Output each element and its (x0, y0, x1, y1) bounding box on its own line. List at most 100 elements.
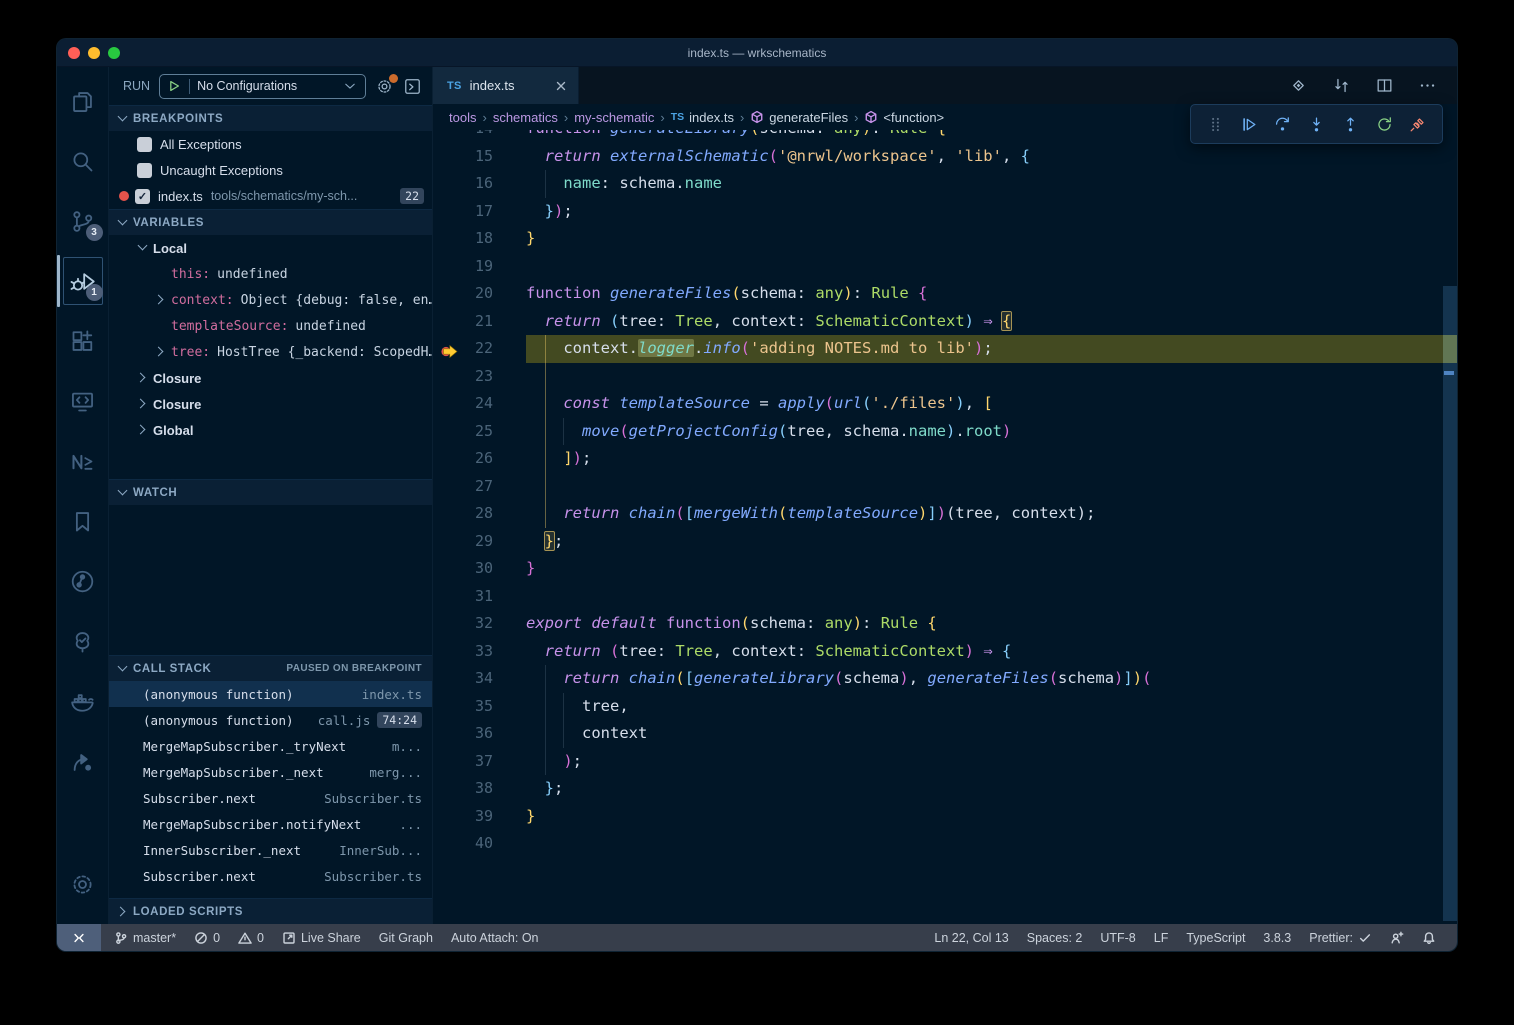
variable-row[interactable]: tree:HostTree {_backend: ScopedH… (109, 339, 432, 365)
breakpoint-checkbox[interactable]: ✓ (135, 189, 150, 204)
activity-live-share[interactable] (57, 731, 109, 791)
minimize-window-button[interactable] (88, 47, 100, 59)
code-line[interactable]: 26 ]); (433, 445, 1457, 473)
loaded-scripts-section-header[interactable]: LOADED SCRIPTS (109, 898, 432, 924)
code-line[interactable]: 29 }; (433, 528, 1457, 556)
watch-section-header[interactable]: WATCH (109, 479, 432, 505)
code-line[interactable]: 30} (433, 555, 1457, 583)
code-line[interactable]: 22 context.logger.info('adding NOTES.md … (433, 335, 1457, 363)
typescript-version[interactable]: 3.8.3 (1254, 924, 1300, 951)
feedback[interactable] (1381, 924, 1413, 951)
code-line[interactable]: 23 (433, 363, 1457, 391)
step-out-button[interactable] (1338, 112, 1362, 136)
code-line[interactable]: 33 return (tree: Tree, context: Schemati… (433, 638, 1457, 666)
start-debug-icon[interactable] (166, 78, 182, 94)
scope-row[interactable]: Global (109, 417, 432, 443)
code-line[interactable]: 16 name: schema.name (433, 170, 1457, 198)
auto-attach[interactable]: Auto Attach: On (442, 924, 548, 951)
breadcrumb-item[interactable]: <function> (864, 110, 944, 125)
remote-indicator[interactable] (57, 924, 101, 951)
code-line[interactable]: 32export default function(schema: any): … (433, 610, 1457, 638)
scope-row[interactable]: Closure (109, 391, 432, 417)
activity-settings[interactable] (57, 854, 109, 914)
scope-row[interactable]: Closure (109, 365, 432, 391)
call-stack-frame[interactable]: MergeMapSubscriber._tryNextm... (109, 733, 432, 759)
code-line[interactable]: 19 (433, 253, 1457, 281)
activity-run-debug[interactable]: 1 (57, 251, 109, 311)
open-changes-button[interactable] (1332, 76, 1351, 95)
activity-search[interactable] (57, 131, 109, 191)
call-stack-frame[interactable]: MergeMapSubscriber._nextmerg... (109, 759, 432, 785)
code-line[interactable]: 17 }); (433, 198, 1457, 226)
variable-row[interactable]: this:undefined (109, 261, 432, 287)
editor-scrollbar[interactable] (1443, 130, 1457, 924)
indentation[interactable]: Spaces: 2 (1018, 924, 1092, 951)
code-line[interactable]: 28 return chain([mergeWith(templateSourc… (433, 500, 1457, 528)
code-line[interactable]: 31 (433, 583, 1457, 611)
notifications[interactable] (1413, 924, 1445, 951)
disconnect-button[interactable] (1406, 112, 1430, 136)
continue-button[interactable] (1237, 112, 1261, 136)
code-line[interactable]: 37 ); (433, 748, 1457, 776)
variable-row[interactable]: templateSource:undefined (109, 313, 432, 339)
breakpoint-checkbox[interactable] (137, 137, 152, 152)
debug-config-dropdown[interactable]: No Configurations (159, 74, 366, 99)
activity-nx-console[interactable] (57, 431, 109, 491)
breadcrumb-item[interactable]: my-schematic (574, 110, 654, 125)
scope-row[interactable]: Local (109, 235, 432, 261)
code-line[interactable]: 25 move(getProjectConfig(tree, schema.na… (433, 418, 1457, 446)
configure-launch-button[interactable] (375, 77, 394, 96)
code-line[interactable]: 38 }; (433, 775, 1457, 803)
gitlens-blame-button[interactable] (1289, 76, 1308, 95)
eol[interactable]: LF (1145, 924, 1178, 951)
breakpoint-checkbox[interactable] (137, 163, 152, 178)
code-line[interactable]: 27 (433, 473, 1457, 501)
scrollbar-slider[interactable] (1443, 286, 1457, 921)
call-stack-frame[interactable]: InnerSubscriber._nextInnerSub... (109, 837, 432, 863)
cursor-position[interactable]: Ln 22, Col 13 (925, 924, 1017, 951)
live-share[interactable]: Live Share (273, 924, 370, 951)
language-mode[interactable]: TypeScript (1177, 924, 1254, 951)
code-line[interactable]: 20function generateFiles(schema: any): R… (433, 280, 1457, 308)
code-line[interactable]: 21 return (tree: Tree, context: Schemati… (433, 308, 1457, 336)
problems-warnings[interactable]: 0 (229, 924, 273, 951)
tab-index-ts[interactable]: TS index.ts (433, 67, 579, 104)
restart-button[interactable] (1372, 112, 1396, 136)
problems-errors[interactable]: 0 (185, 924, 229, 951)
step-into-button[interactable] (1304, 112, 1328, 136)
close-window-button[interactable] (68, 47, 80, 59)
debug-console-button[interactable] (403, 77, 422, 96)
git-branch[interactable]: master* (105, 924, 185, 951)
code-line[interactable]: 15 return externalSchematic('@nrwl/works… (433, 143, 1457, 171)
activity-source-control[interactable]: 3 (57, 191, 109, 251)
activity-bookmarks[interactable] (57, 491, 109, 551)
breakpoints-section-header[interactable]: BREAKPOINTS (109, 105, 432, 131)
activity-git-history[interactable] (57, 551, 109, 611)
activity-extensions[interactable] (57, 311, 109, 371)
step-over-button[interactable] (1271, 112, 1295, 136)
code-line[interactable]: 34 return chain([generateLibrary(schema)… (433, 665, 1457, 693)
activity-explorer[interactable] (57, 71, 109, 131)
call-stack-frame[interactable]: (anonymous function)index.ts (109, 681, 432, 707)
code-line[interactable]: 18} (433, 225, 1457, 253)
split-editor-button[interactable] (1375, 76, 1394, 95)
code-line[interactable]: 36 context (433, 720, 1457, 748)
call-stack-frame[interactable]: MergeMapSubscriber.notifyNext... (109, 811, 432, 837)
close-tab-button[interactable] (554, 79, 568, 93)
code-line[interactable]: 40 (433, 830, 1457, 858)
code-line[interactable]: 24 const templateSource = apply(url('./f… (433, 390, 1457, 418)
zoom-window-button[interactable] (108, 47, 120, 59)
activity-remote-explorer[interactable] (57, 371, 109, 431)
code-line[interactable]: 39} (433, 803, 1457, 831)
code-line[interactable]: 35 tree, (433, 693, 1457, 721)
encoding[interactable]: UTF-8 (1091, 924, 1144, 951)
call-stack-section-header[interactable]: CALL STACK PAUSED ON BREAKPOINT (109, 655, 432, 681)
call-stack-frame[interactable]: (anonymous function)call.js74:24 (109, 707, 432, 733)
breakpoint-item[interactable]: ✓index.tstools/schematics/my-sch...22 (109, 183, 432, 209)
activity-test-explorer[interactable] (57, 611, 109, 671)
call-stack-frame[interactable]: Subscriber.nextSubscriber.ts (109, 785, 432, 811)
code-editor[interactable]: 14function generateLibrary(schema: any):… (433, 130, 1457, 924)
git-graph[interactable]: Git Graph (370, 924, 442, 951)
call-stack-frame[interactable]: Subscriber.nextSubscriber.ts (109, 863, 432, 889)
breadcrumb-item[interactable]: generateFiles (750, 110, 848, 125)
